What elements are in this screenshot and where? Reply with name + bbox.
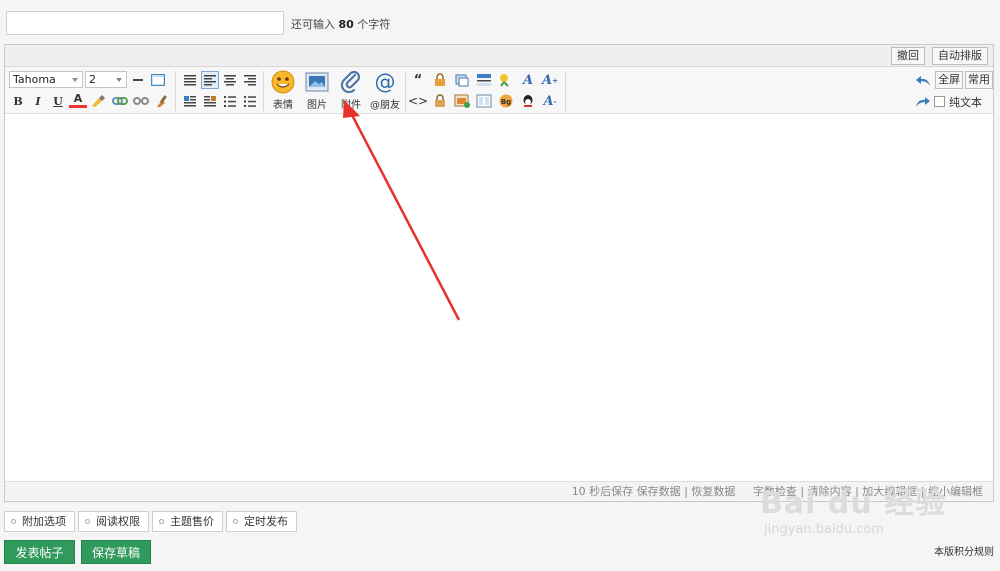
arrow-shaft xyxy=(349,112,461,321)
arrow-head-icon xyxy=(343,100,360,118)
annotation-arrow xyxy=(343,100,461,321)
